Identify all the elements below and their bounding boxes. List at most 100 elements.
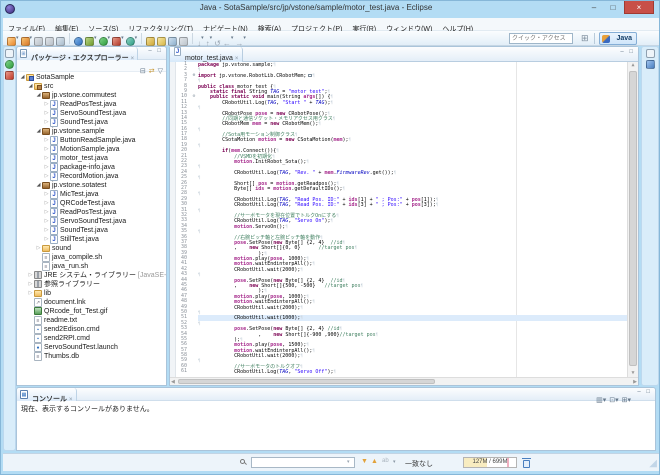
last-edit-location-button[interactable]: ↺ <box>214 33 221 44</box>
expanded-arrow-icon[interactable]: ◢ <box>27 82 34 91</box>
tree-item-ServoSoundTest.java[interactable]: ▷JServoSoundTest.java <box>17 109 166 118</box>
tree-item-ReadPosTest.java[interactable]: ▷JReadPosTest.java <box>17 208 166 217</box>
collapsed-arrow-icon[interactable]: ▷ <box>43 100 50 109</box>
folding-ruler[interactable]: ⊕⊖ <box>190 62 198 377</box>
dropdown-caret-icon[interactable]: ▾ <box>121 33 124 44</box>
find-prev-icon[interactable]: ▲ <box>371 458 378 465</box>
titlebar[interactable]: Java - SotaSample/src/jp/vstone/sample/m… <box>1 1 660 18</box>
expanded-arrow-icon[interactable]: ◢ <box>35 181 42 190</box>
tree-item-jp.vstone.sotatest[interactable]: ◢jp.vstone.sotatest <box>17 181 166 190</box>
tree-item-send2RPI.cmd[interactable]: ▪send2RPI.cmd <box>17 334 166 343</box>
collapsed-arrow-icon[interactable]: ▷ <box>43 154 50 163</box>
tree-item-document.lnk[interactable]: ↗document.lnk <box>17 298 166 307</box>
tree-item-sound[interactable]: ▷sound <box>17 244 166 253</box>
collapsed-arrow-icon[interactable]: ▷ <box>35 244 42 253</box>
dropdown-caret-icon[interactable]: ▾ <box>94 33 97 44</box>
expanded-arrow-icon[interactable]: ◢ <box>19 73 26 82</box>
minimized-run-view-icon[interactable] <box>5 60 14 69</box>
collapsed-arrow-icon[interactable]: ▷ <box>43 199 50 208</box>
editor-tab-motor-test[interactable]: Jmotor_test.java× <box>170 47 243 62</box>
maximize-button[interactable]: □ <box>604 1 622 14</box>
tree-item-jp.vstone.commutest[interactable]: ◢jp.vstone.commutest <box>17 91 166 100</box>
new-java-class-button[interactable] <box>146 33 155 44</box>
tree-item-send2Edison.cmd[interactable]: ▪send2Edison.cmd <box>17 325 166 334</box>
collapsed-arrow-icon[interactable]: ▷ <box>43 190 50 199</box>
collapsed-arrow-icon[interactable]: ▷ <box>43 109 50 118</box>
tree-item-motor_test.java[interactable]: ▷Jmotor_test.java <box>17 154 166 163</box>
editor-minmax-buttons[interactable]: – □ <box>620 49 635 55</box>
collapsed-arrow-icon[interactable]: ▷ <box>43 145 50 154</box>
find-input[interactable] <box>251 457 355 468</box>
close-console-icon[interactable]: × <box>69 397 73 403</box>
tree-item-lib[interactable]: ▷lib <box>17 289 166 298</box>
collapsed-arrow-icon[interactable]: ▷ <box>43 235 50 244</box>
restore-minimized-view-button[interactable] <box>646 49 655 58</box>
find-dropdown-icon[interactable]: ▾ <box>347 459 350 465</box>
package-explorer-tab[interactable]: ⊞パッケージ・エクスプローラー× <box>17 47 138 60</box>
editor-horizontal-scrollbar[interactable]: ◀ ▶ <box>170 377 638 385</box>
new-wizard-button[interactable]: ▾ <box>7 33 19 44</box>
tree-item-readme.txt[interactable]: ≡readme.txt <box>17 316 166 325</box>
tree-item-SotaSample[interactable]: ◢SotaSample <box>17 73 166 82</box>
scroll-left-icon[interactable]: ◀ <box>171 378 175 386</box>
external-tools-button[interactable]: ▾ <box>126 33 138 44</box>
outline-view-icon[interactable] <box>646 60 655 69</box>
view-minmax-buttons[interactable]: – □ <box>148 48 163 54</box>
console-tab[interactable]: ▦コンソール× <box>17 388 77 401</box>
expanded-arrow-icon[interactable]: ◢ <box>35 91 42 100</box>
tree-item-ButtonReadSample.java[interactable]: ▷JButtonReadSample.java <box>17 136 166 145</box>
display-selected-console-button[interactable]: ⊡▾ <box>609 397 618 404</box>
tree-item-MotionSample.java[interactable]: ▷JMotionSample.java <box>17 145 166 154</box>
tree-item-StillTest.java[interactable]: ▷JStillTest.java <box>17 235 166 244</box>
open-console-button[interactable]: ▥▾ <box>596 397 606 404</box>
next-annotation-button[interactable]: ↓▾ <box>197 33 204 44</box>
java-perspective-button[interactable]: Java <box>599 32 637 45</box>
expanded-arrow-icon[interactable]: ◢ <box>35 127 42 136</box>
console-minmax-buttons[interactable]: – □ <box>637 389 652 395</box>
save-button[interactable] <box>34 33 43 44</box>
close-view-icon[interactable]: × <box>131 56 135 62</box>
search-icon[interactable] <box>240 459 245 464</box>
collapsed-arrow-icon[interactable]: ▷ <box>27 280 34 289</box>
tree-item-ServoSoundTest.launch[interactable]: ●ServoSoundTest.launch <box>17 343 166 352</box>
dropdown-caret-icon[interactable]: ▾ <box>243 33 246 44</box>
find-options-icon[interactable]: ▾ <box>393 459 396 465</box>
collapsed-arrow-icon[interactable]: ▷ <box>27 271 34 280</box>
restore-minimized-view-button[interactable] <box>5 49 14 58</box>
refresh-button[interactable] <box>74 33 83 44</box>
collapsed-arrow-icon[interactable]: ▷ <box>43 136 50 145</box>
minimize-button[interactable]: – <box>585 1 603 14</box>
tree-item-JRE システム・ライブラリー[interactable]: ▷JRE システム・ライブラリー [JavaSE-1.8] <box>17 271 166 280</box>
tree-item-Thumbs.db[interactable]: ≡Thumbs.db <box>17 352 166 361</box>
run-button[interactable]: ▾ <box>99 33 111 44</box>
collapsed-arrow-icon[interactable]: ▷ <box>43 172 50 181</box>
debug-button[interactable]: ▾ <box>85 33 97 44</box>
mark-occurrences-button[interactable] <box>179 33 188 44</box>
dropdown-caret-icon[interactable]: ▾ <box>210 33 213 44</box>
minimized-problems-view-icon[interactable] <box>5 71 14 80</box>
collapsed-arrow-icon[interactable]: ▷ <box>43 163 50 172</box>
tree-item-ServoSoundTest.java[interactable]: ▷JServoSoundTest.java <box>17 217 166 226</box>
tree-item-MicTest.java[interactable]: ▷JMicTest.java <box>17 190 166 199</box>
save-all-button[interactable] <box>45 33 54 44</box>
line-number-ruler[interactable]: 1237891011121314151617181920212223242526… <box>176 62 190 377</box>
run-garbage-collector-icon[interactable] <box>523 460 530 468</box>
search-button[interactable] <box>168 33 177 44</box>
heap-status-gauge[interactable]: 127M / 699M <box>463 457 517 468</box>
close-button[interactable]: × <box>624 1 654 14</box>
open-type-button[interactable] <box>157 33 166 44</box>
resize-grip[interactable]: ◢ <box>649 458 657 469</box>
collapsed-arrow-icon[interactable]: ▷ <box>43 208 50 217</box>
find-next-icon[interactable]: ▼ <box>361 458 368 465</box>
tree-item-java_compile.sh[interactable]: ≡java_compile.sh <box>17 253 166 262</box>
collapsed-arrow-icon[interactable]: ▷ <box>43 118 50 127</box>
print-button[interactable] <box>56 33 65 44</box>
dropdown-caret-icon[interactable]: ▾ <box>201 33 204 44</box>
scroll-up-icon[interactable]: ▲ <box>628 63 638 68</box>
tree-item-java_run.sh[interactable]: ≡java_run.sh <box>17 262 166 271</box>
tree-item-ReadPosTest.java[interactable]: ▷JReadPosTest.java <box>17 100 166 109</box>
dropdown-caret-icon[interactable]: ▾ <box>108 33 111 44</box>
tree-item-QRCodeTest.java[interactable]: ▷JQRCodeTest.java <box>17 199 166 208</box>
editor-vertical-scrollbar[interactable]: ▲ ▼ <box>627 62 638 377</box>
code-line[interactable]: CRobotUtil.Log(TAG, "Servo Off");¶ <box>198 369 627 374</box>
